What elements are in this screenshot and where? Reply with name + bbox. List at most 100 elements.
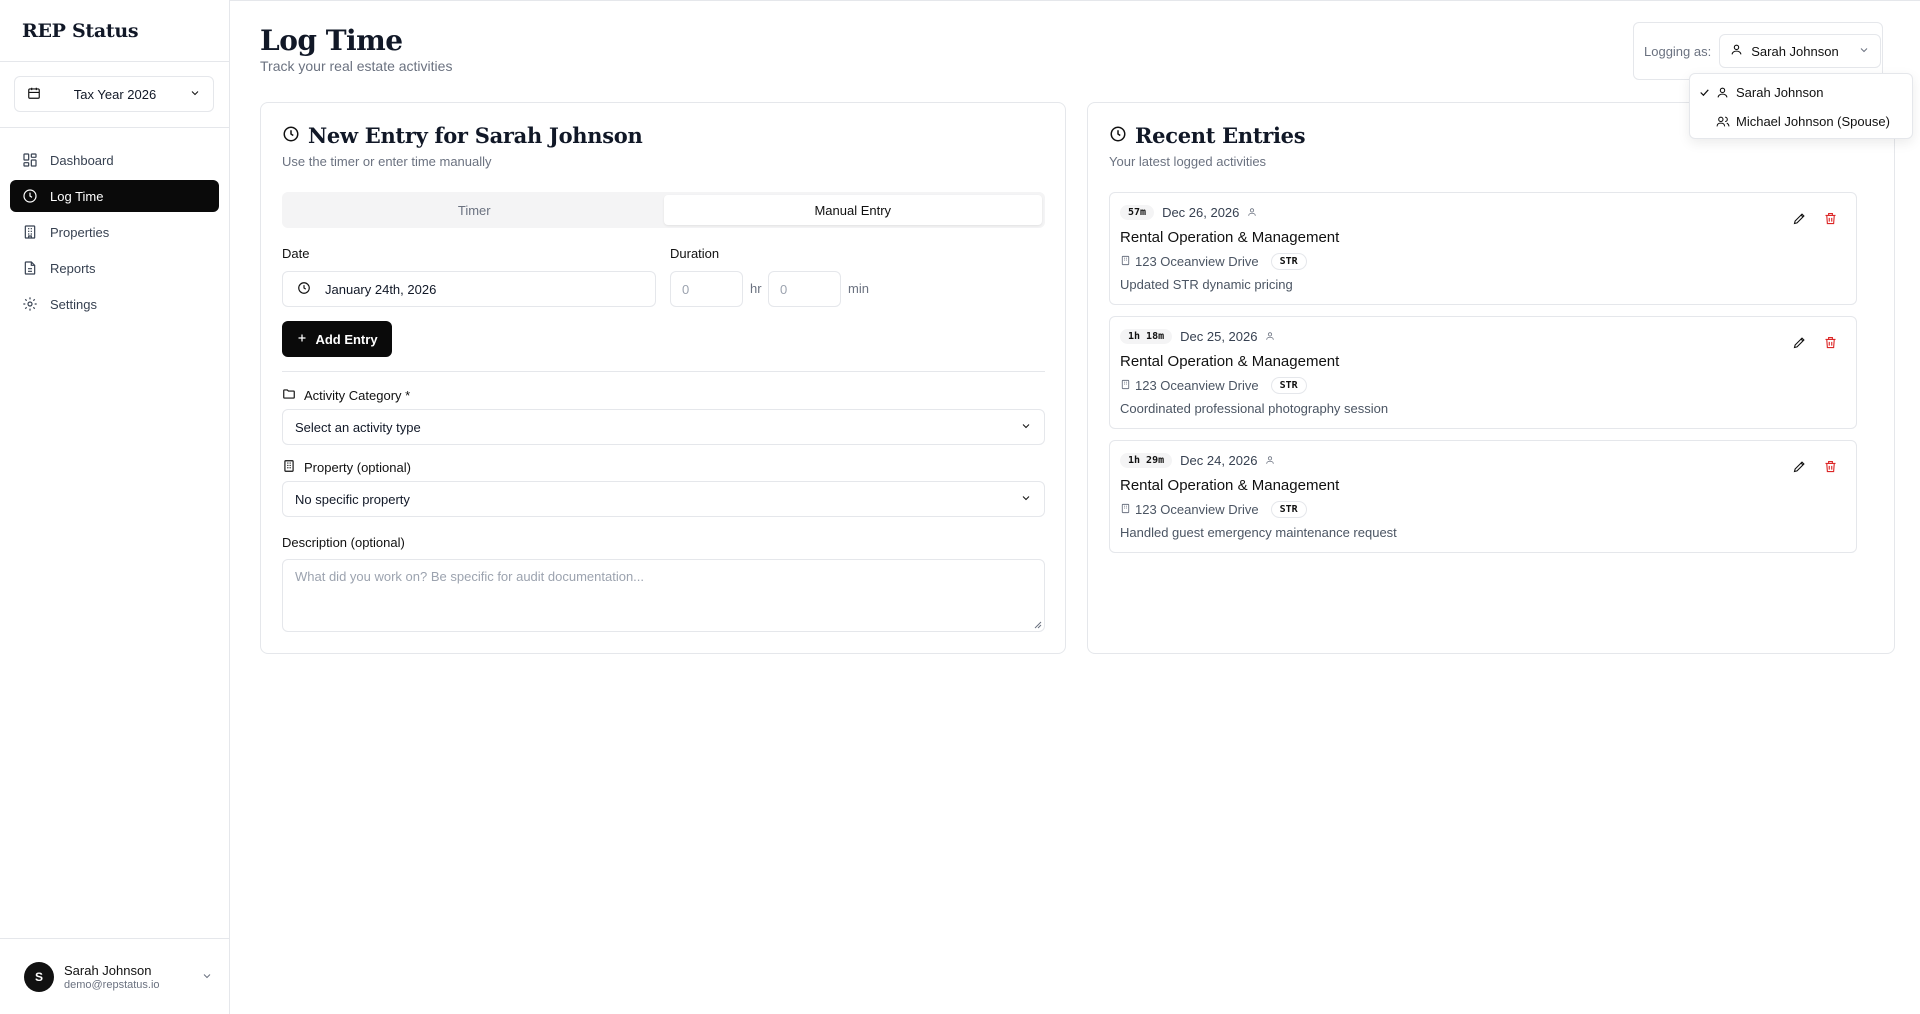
gear-icon: [23, 297, 37, 311]
add-entry-label: Add Entry: [315, 331, 378, 347]
tax-year-select[interactable]: Tax Year 2026: [14, 76, 214, 112]
entry-property: 123 Oceanview Drive: [1135, 254, 1259, 269]
user-menu[interactable]: S Sarah Johnson demo@repstatus.io: [0, 938, 229, 1014]
dashboard-icon: [23, 153, 37, 167]
chevron-down-icon: [201, 969, 213, 985]
sidebar-item-settings[interactable]: Settings: [10, 288, 219, 320]
property-value: No specific property: [295, 491, 410, 507]
edit-icon[interactable]: [1792, 211, 1807, 229]
date-picker[interactable]: January 24th, 2026: [282, 271, 656, 307]
tab-timer[interactable]: Timer: [285, 195, 664, 225]
user-icon: [1247, 205, 1257, 220]
plus-icon: [296, 332, 308, 347]
clock-icon: [282, 123, 300, 148]
property-tag-badge: STR: [1270, 253, 1307, 270]
sidebar-item-reports[interactable]: Reports: [10, 252, 219, 284]
property-tag-badge: STR: [1270, 377, 1307, 394]
clock-icon: [297, 281, 311, 298]
new-entry-card: New Entry for Sarah Johnson Use the time…: [260, 102, 1066, 654]
chevron-down-icon: [1020, 420, 1032, 435]
check-icon: [1698, 86, 1716, 99]
new-entry-title: New Entry for Sarah Johnson: [282, 123, 643, 148]
entry-date: Dec 25, 2026: [1180, 329, 1258, 344]
clock-icon: [1109, 123, 1127, 148]
entry-card[interactable]: 1h 29m Dec 24, 2026 Rental Operation & M…: [1109, 440, 1857, 553]
activity-category-label: Activity Category *: [304, 388, 411, 403]
building-icon: [282, 459, 296, 476]
user-icon: [1730, 43, 1743, 59]
user-name: Sarah Johnson: [64, 962, 152, 978]
duration-label: Duration: [670, 246, 720, 261]
recent-entries-card: Recent Entries Your latest logged activi…: [1087, 102, 1895, 654]
user-icon: [1265, 453, 1275, 468]
chevron-down-icon: [1858, 44, 1870, 59]
document-icon: [24, 261, 36, 275]
entry-description: Coordinated professional photography ses…: [1120, 401, 1389, 416]
divider: [282, 371, 1045, 372]
entry-card[interactable]: 57m Dec 26, 2026 Rental Operation & Mana…: [1109, 192, 1857, 305]
sidebar: REP Status Tax Year 2026 Dashboard Log T…: [0, 0, 230, 1014]
recent-entries-title: Recent Entries: [1109, 123, 1306, 148]
clock-icon: [23, 189, 37, 203]
new-entry-title-text: New Entry for Sarah Johnson: [308, 123, 643, 148]
activity-category-label-row: Activity Category *: [282, 387, 410, 404]
sidebar-item-label: Reports: [50, 260, 96, 276]
edit-icon[interactable]: [1792, 335, 1807, 353]
duration-badge: 1h 18m: [1120, 329, 1173, 344]
sidebar-divider: [0, 127, 229, 128]
entry-date: Dec 26, 2026: [1162, 205, 1240, 220]
logging-as-label: Logging as:: [1644, 43, 1712, 59]
sidebar-item-label: Dashboard: [50, 152, 114, 168]
dropdown-item-label: Sarah Johnson: [1736, 85, 1824, 100]
edit-icon[interactable]: [1792, 459, 1807, 477]
entry-title: Rental Operation & Management: [1120, 477, 1340, 494]
sidebar-item-properties[interactable]: Properties: [10, 216, 219, 248]
sidebar-item-log-time[interactable]: Log Time: [10, 180, 219, 212]
property-tag-badge: STR: [1270, 501, 1307, 518]
add-entry-button[interactable]: Add Entry: [282, 321, 392, 357]
user-icon: [1716, 86, 1736, 99]
user-email: demo@repstatus.io: [64, 978, 160, 991]
property-label-row: Property (optional): [282, 459, 411, 476]
entry-card[interactable]: 1h 18m Dec 25, 2026 Rental Operation & M…: [1109, 316, 1857, 429]
building-icon: [1120, 254, 1131, 269]
resize-handle-icon[interactable]: [1034, 621, 1042, 629]
page-title: Log Time: [260, 24, 403, 57]
sidebar-item-dashboard[interactable]: Dashboard: [10, 144, 219, 176]
building-icon: [24, 225, 36, 239]
tab-manual-entry[interactable]: Manual Entry: [663, 195, 1042, 225]
dropdown-item-label: Michael Johnson (Spouse): [1736, 114, 1890, 129]
dropdown-item-sarah[interactable]: Sarah Johnson: [1690, 78, 1912, 107]
trash-icon[interactable]: [1823, 459, 1838, 477]
users-icon: [1716, 115, 1736, 128]
trash-icon[interactable]: [1823, 335, 1838, 353]
tax-year-label: Tax Year 2026: [73, 86, 157, 102]
dropdown-item-michael[interactable]: Michael Johnson (Spouse): [1690, 107, 1912, 136]
logging-as-select[interactable]: Sarah Johnson: [1719, 34, 1882, 68]
trash-icon[interactable]: [1823, 211, 1838, 229]
sidebar-item-label: Log Time: [50, 188, 104, 204]
entry-title: Rental Operation & Management: [1120, 229, 1340, 246]
chevron-down-icon: [1020, 492, 1032, 507]
header-border: [230, 0, 1920, 1]
chevron-down-icon: [189, 87, 201, 102]
entry-property: 123 Oceanview Drive: [1135, 502, 1259, 517]
brand-logo: REP Status: [0, 0, 229, 62]
hours-input[interactable]: 0: [670, 271, 743, 307]
minutes-input[interactable]: 0: [768, 271, 841, 307]
property-select[interactable]: No specific property: [282, 481, 1045, 517]
folder-icon: [282, 387, 296, 404]
building-icon: [1120, 502, 1131, 517]
avatar: S: [24, 961, 54, 992]
duration-badge: 57m: [1120, 205, 1155, 220]
activity-category-select[interactable]: Select an activity type: [282, 409, 1045, 445]
entry-date: Dec 24, 2026: [1180, 453, 1258, 468]
description-placeholder: What did you work on? Be specific for au…: [295, 569, 645, 584]
minutes-unit: min: [848, 281, 869, 296]
entry-property: 123 Oceanview Drive: [1135, 378, 1259, 393]
description-textarea[interactable]: What did you work on? Be specific for au…: [282, 559, 1045, 632]
hours-unit: hr: [750, 281, 762, 296]
page-subtitle: Track your real estate activities: [260, 58, 453, 74]
date-value: January 24th, 2026: [325, 281, 437, 297]
entry-description: Handled guest emergency maintenance requ…: [1120, 525, 1397, 540]
